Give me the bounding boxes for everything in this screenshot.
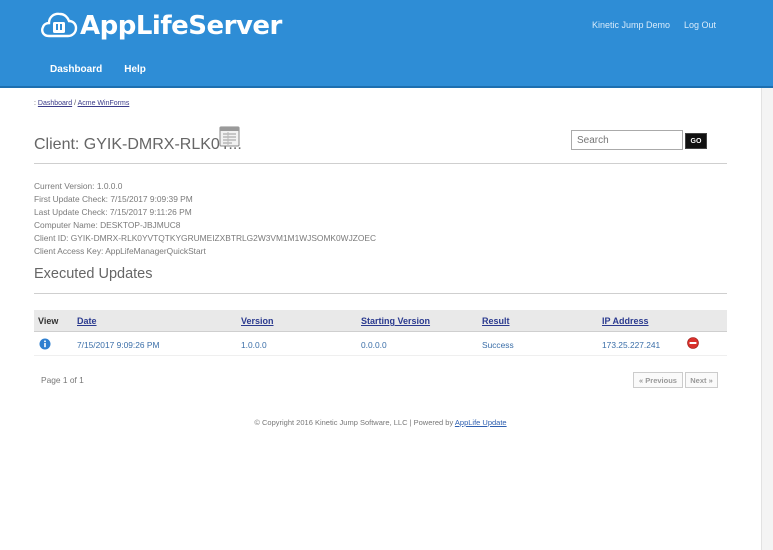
page-indicator: Page 1 of 1 (41, 375, 84, 385)
client-id: Client ID: GYIK-DMRX-RLK0YVTQTKYGRUMEIZX… (34, 233, 377, 243)
updates-table: View Date Version Starting Version Resul… (34, 310, 727, 356)
client-info: Current Version: 1.0.0.0 First Update Ch… (34, 180, 376, 258)
last-update-check: Last Update Check: 7/15/2017 9:11:26 PM (34, 207, 192, 217)
previous-button[interactable]: « Previous (633, 372, 683, 388)
delete-icon[interactable] (687, 337, 699, 349)
main-nav: Dashboard Help (50, 64, 146, 75)
client-access-key: Client Access Key: AppLifeManagerQuickSt… (34, 246, 206, 256)
page-title: Client: GYIK-DMRX-RLK0Y... (34, 136, 242, 153)
cloud-logo-icon (41, 12, 78, 38)
cell-date: 7/15/2017 9:09:26 PM (77, 340, 160, 350)
divider (34, 293, 727, 294)
cell-ip-address: 173.25.227.241 (602, 340, 661, 350)
logout-link[interactable]: Log Out (684, 20, 716, 30)
first-update-check: First Update Check: 7/15/2017 9:09:39 PM (34, 194, 193, 204)
footer-applife-link[interactable]: AppLife Update (455, 418, 507, 427)
section-title: Executed Updates (34, 266, 153, 282)
col-view: View (38, 316, 59, 326)
info-icon[interactable] (39, 338, 51, 350)
col-ip-address[interactable]: IP Address (602, 316, 649, 326)
cell-starting-version: 0.0.0.0 (361, 340, 387, 350)
user-name-link[interactable]: Kinetic Jump Demo (592, 20, 670, 30)
footer: © Copyright 2016 Kinetic Jump Software, … (34, 418, 727, 427)
divider (34, 163, 727, 164)
logo[interactable]: AppLifeServer (40, 10, 282, 40)
title-row: Client: GYIK-DMRX-RLK0Y... GO (34, 124, 727, 164)
nav-dashboard[interactable]: Dashboard (50, 64, 102, 75)
nav-help[interactable]: Help (124, 64, 146, 75)
current-version: Current Version: 1.0.0.0 (34, 181, 123, 191)
col-starting-version[interactable]: Starting Version (361, 316, 430, 326)
col-version[interactable]: Version (241, 316, 274, 326)
search-input[interactable] (571, 130, 683, 150)
client-details-icon[interactable] (218, 124, 242, 148)
breadcrumb: : Dashboard / Acme WinForms (34, 100, 727, 107)
cell-version: 1.0.0.0 (241, 340, 267, 350)
vertical-scrollbar[interactable] (761, 88, 773, 550)
next-button[interactable]: Next » (685, 372, 718, 388)
footer-copyright: © Copyright 2016 Kinetic Jump Software, … (254, 418, 455, 427)
go-button[interactable]: GO (685, 133, 707, 149)
breadcrumb-dashboard-link[interactable]: Dashboard (38, 100, 72, 107)
breadcrumb-app-link[interactable]: Acme WinForms (78, 100, 130, 107)
computer-name: Computer Name: DESKTOP-JBJMUC8 (34, 220, 181, 230)
col-result[interactable]: Result (482, 316, 510, 326)
col-date[interactable]: Date (77, 316, 97, 326)
table-row: 7/15/2017 9:09:26 PM 1.0.0.0 0.0.0.0 Suc… (34, 332, 727, 356)
cell-result: Success (482, 340, 514, 350)
table-header: View Date Version Starting Version Resul… (34, 310, 727, 332)
main-content: : Dashboard / Acme WinForms Client: GYIK… (34, 100, 727, 427)
logo-text: AppLifeServer (80, 11, 282, 41)
user-menu: Kinetic Jump Demo Log Out (592, 20, 716, 30)
app-header: AppLifeServer Kinetic Jump Demo Log Out … (0, 0, 773, 88)
